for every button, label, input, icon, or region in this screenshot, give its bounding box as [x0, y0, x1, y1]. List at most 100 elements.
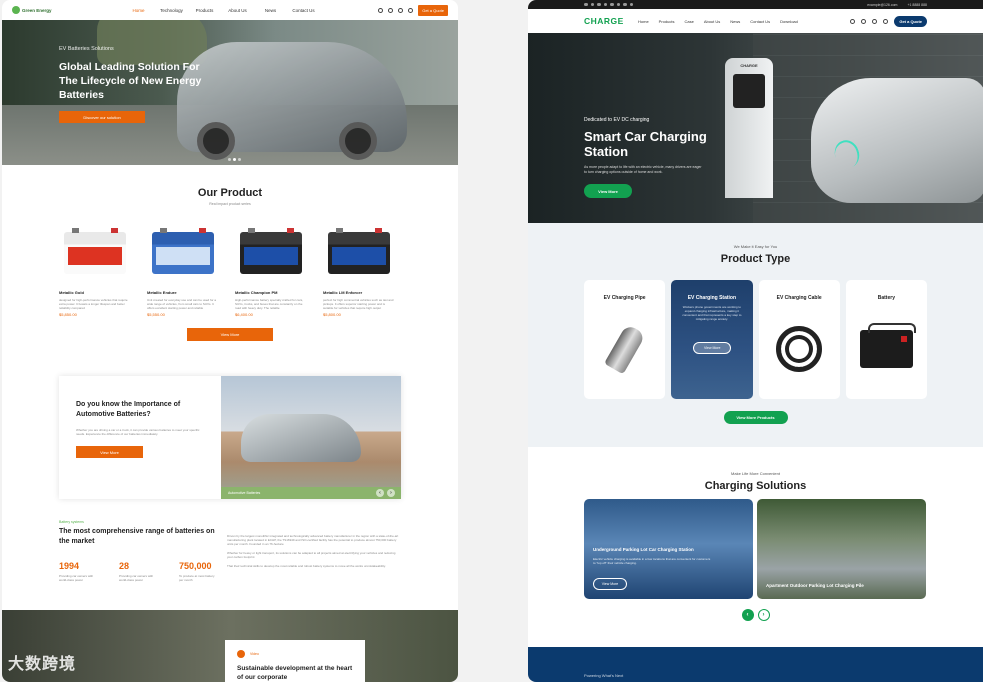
topbar-phone[interactable]: +1 8888 888	[907, 3, 927, 7]
product-type-card[interactable]: EV Charging Cable	[758, 280, 840, 399]
product-card[interactable]: Metallic Endure Unit created for everyda…	[147, 222, 219, 317]
product-type-card-active[interactable]: EV Charging Station Workers phone govern…	[671, 280, 753, 399]
product-type-card-title[interactable]: EV Charging Cable	[759, 280, 840, 301]
left-info-caption: Automotive Batteries	[221, 487, 401, 499]
solution-card[interactable]: Underground Parking Lot Car Charging Sta…	[584, 499, 753, 599]
facebook-icon[interactable]	[584, 2, 588, 7]
left-hero-text: EV Batteries Solutions Global Leading So…	[59, 46, 209, 123]
youtube-icon[interactable]	[616, 2, 620, 7]
right-header-tools: Get a Quote	[850, 15, 927, 27]
search-icon[interactable]	[850, 18, 856, 24]
left-stats-numbers: 1994 Providing car owners with world-clas…	[59, 561, 224, 582]
topbar-email[interactable]: example@126.com	[867, 3, 897, 7]
product-card[interactable]: Metallic Champion PM High-performance ba…	[235, 222, 307, 317]
stat-label: To produce at most battery per month	[179, 574, 215, 582]
right-nav-news[interactable]: News	[730, 19, 740, 24]
left-hero-title: Global Leading Solution For The Lifecycl…	[59, 61, 202, 101]
left-nav-technology[interactable]: Technology	[155, 8, 188, 13]
product-name[interactable]: Metallic LM Enforcer	[323, 290, 395, 295]
slider-dot[interactable]	[238, 158, 241, 161]
next-arrow-icon[interactable]: ›	[387, 489, 395, 497]
left-nav-products[interactable]: Products	[188, 8, 221, 13]
left-logo-text: Green Energy	[22, 7, 52, 13]
product-type-card[interactable]: Battery	[845, 280, 927, 399]
station-brand-label: CHARGE	[740, 63, 758, 68]
left-nav-news[interactable]: News	[254, 8, 287, 13]
left-hero-cta-button[interactable]: Discover our solution	[59, 111, 145, 123]
right-nav-case[interactable]: Case	[684, 19, 693, 24]
instagram-icon[interactable]	[590, 2, 594, 7]
right-nav-contact[interactable]: Contact Us	[750, 19, 770, 24]
user-icon[interactable]	[872, 18, 878, 24]
left-quote-button[interactable]: Get a Quote	[418, 4, 448, 16]
twitter-icon[interactable]	[597, 2, 601, 7]
product-type-card-title[interactable]: EV Charging Pipe	[584, 280, 665, 301]
left-nav-about[interactable]: About Us	[221, 8, 254, 13]
user-icon[interactable]	[388, 7, 394, 13]
right-hero-kicker: Dedicated to EV DC charging	[584, 117, 650, 123]
solutions-pager: ‹ ›	[528, 609, 983, 621]
left-nav-contact[interactable]: Contact Us	[287, 8, 320, 13]
prev-arrow-icon[interactable]: ‹	[741, 609, 754, 621]
prev-arrow-icon[interactable]: ‹	[376, 489, 384, 497]
play-icon[interactable]	[237, 650, 245, 658]
product-name[interactable]: Metallic Champion PM	[235, 290, 307, 295]
product-card[interactable]: Metallic LM Enforcer perfect for high co…	[323, 222, 395, 317]
globe-icon[interactable]	[861, 18, 867, 24]
left-website-preview: Green Energy Home Technology Products Ab…	[2, 0, 458, 682]
view-more-products-button[interactable]: View More Products	[723, 411, 788, 424]
pinterest-icon[interactable]	[603, 2, 607, 7]
right-nav-about[interactable]: About Us	[704, 19, 720, 24]
search-icon[interactable]	[378, 7, 384, 13]
video-label[interactable]: Video	[237, 650, 353, 658]
left-stats-main: Battery systems The most comprehensive r…	[59, 520, 224, 582]
wechat-icon[interactable]	[623, 2, 627, 7]
bottom-kicker: Powering What's Next	[584, 673, 624, 678]
left-info-view-more-button[interactable]: View More	[76, 446, 143, 458]
product-name[interactable]: Metallic Gold	[59, 290, 131, 295]
charging-station-image: CHARGE	[725, 58, 773, 198]
slider-dot[interactable]	[228, 158, 231, 161]
product-type-card-title[interactable]: EV Charging Station	[671, 280, 752, 301]
slider-dot[interactable]	[233, 158, 236, 161]
stat-item: 1994 Providing car owners with world-clas…	[59, 561, 99, 582]
right-nav-products[interactable]: Products	[659, 19, 675, 24]
screenshot-stage: Green Energy Home Technology Products Ab…	[0, 0, 983, 682]
right-nav-home[interactable]: Home	[638, 19, 649, 24]
left-logo[interactable]: Green Energy	[12, 6, 67, 14]
charge-logo[interactable]: CHARGE	[584, 16, 638, 26]
product-card[interactable]: Metallic Gold designed for high-performa…	[59, 222, 131, 317]
product-type-card-desc: Workers phone governments are working to…	[682, 305, 742, 321]
left-products-view-more-button[interactable]: View More	[187, 328, 273, 341]
right-nav-download[interactable]: Download	[780, 19, 798, 24]
chat-icon[interactable]	[883, 18, 889, 24]
left-stats-title: The most comprehensive range of batterie…	[59, 528, 215, 545]
left-nav-home[interactable]: Home	[122, 8, 155, 13]
language-icon[interactable]	[398, 7, 404, 13]
right-hero-view-more-button[interactable]: View More	[584, 184, 632, 198]
product-type-view-more-button[interactable]: View More	[693, 342, 732, 354]
product-type-card[interactable]: EV Charging Pipe	[584, 280, 666, 399]
stat-item: 28 Providing car owners with world-class …	[119, 561, 159, 582]
linkedin-icon[interactable]	[610, 2, 614, 7]
tiktok-icon[interactable]	[629, 2, 633, 7]
solution-card-title[interactable]: Underground Parking Lot Car Charging Sta…	[593, 547, 694, 552]
cart-icon[interactable]	[408, 7, 414, 13]
solution-view-more-button[interactable]: View More	[593, 578, 627, 590]
stat-value: 750,000	[179, 561, 212, 571]
right-hero-banner: CHARGE Dedicated to EV DC charging Smart…	[528, 33, 983, 223]
battery-icon	[328, 228, 390, 274]
product-price: $6,400.00	[235, 312, 253, 317]
next-arrow-icon[interactable]: ›	[757, 609, 770, 621]
product-type-card-title[interactable]: Battery	[846, 280, 927, 301]
battery-icon	[64, 228, 126, 274]
solution-card-title[interactable]: Apartment Outdoor Parking Lot Charging P…	[766, 583, 864, 588]
solution-card-desc: Electric vehicle charging is available i…	[593, 557, 711, 565]
video-label-text: Video	[250, 652, 259, 656]
product-name[interactable]: Metallic Endure	[147, 290, 219, 295]
product-price: $5,550.00	[147, 312, 165, 317]
right-quote-button[interactable]: Get a Quote	[894, 15, 927, 27]
product-type-cards: EV Charging Pipe EV Charging Station Wor…	[528, 280, 983, 399]
solution-card[interactable]: Apartment Outdoor Parking Lot Charging P…	[757, 499, 926, 599]
leaf-icon	[12, 6, 20, 14]
